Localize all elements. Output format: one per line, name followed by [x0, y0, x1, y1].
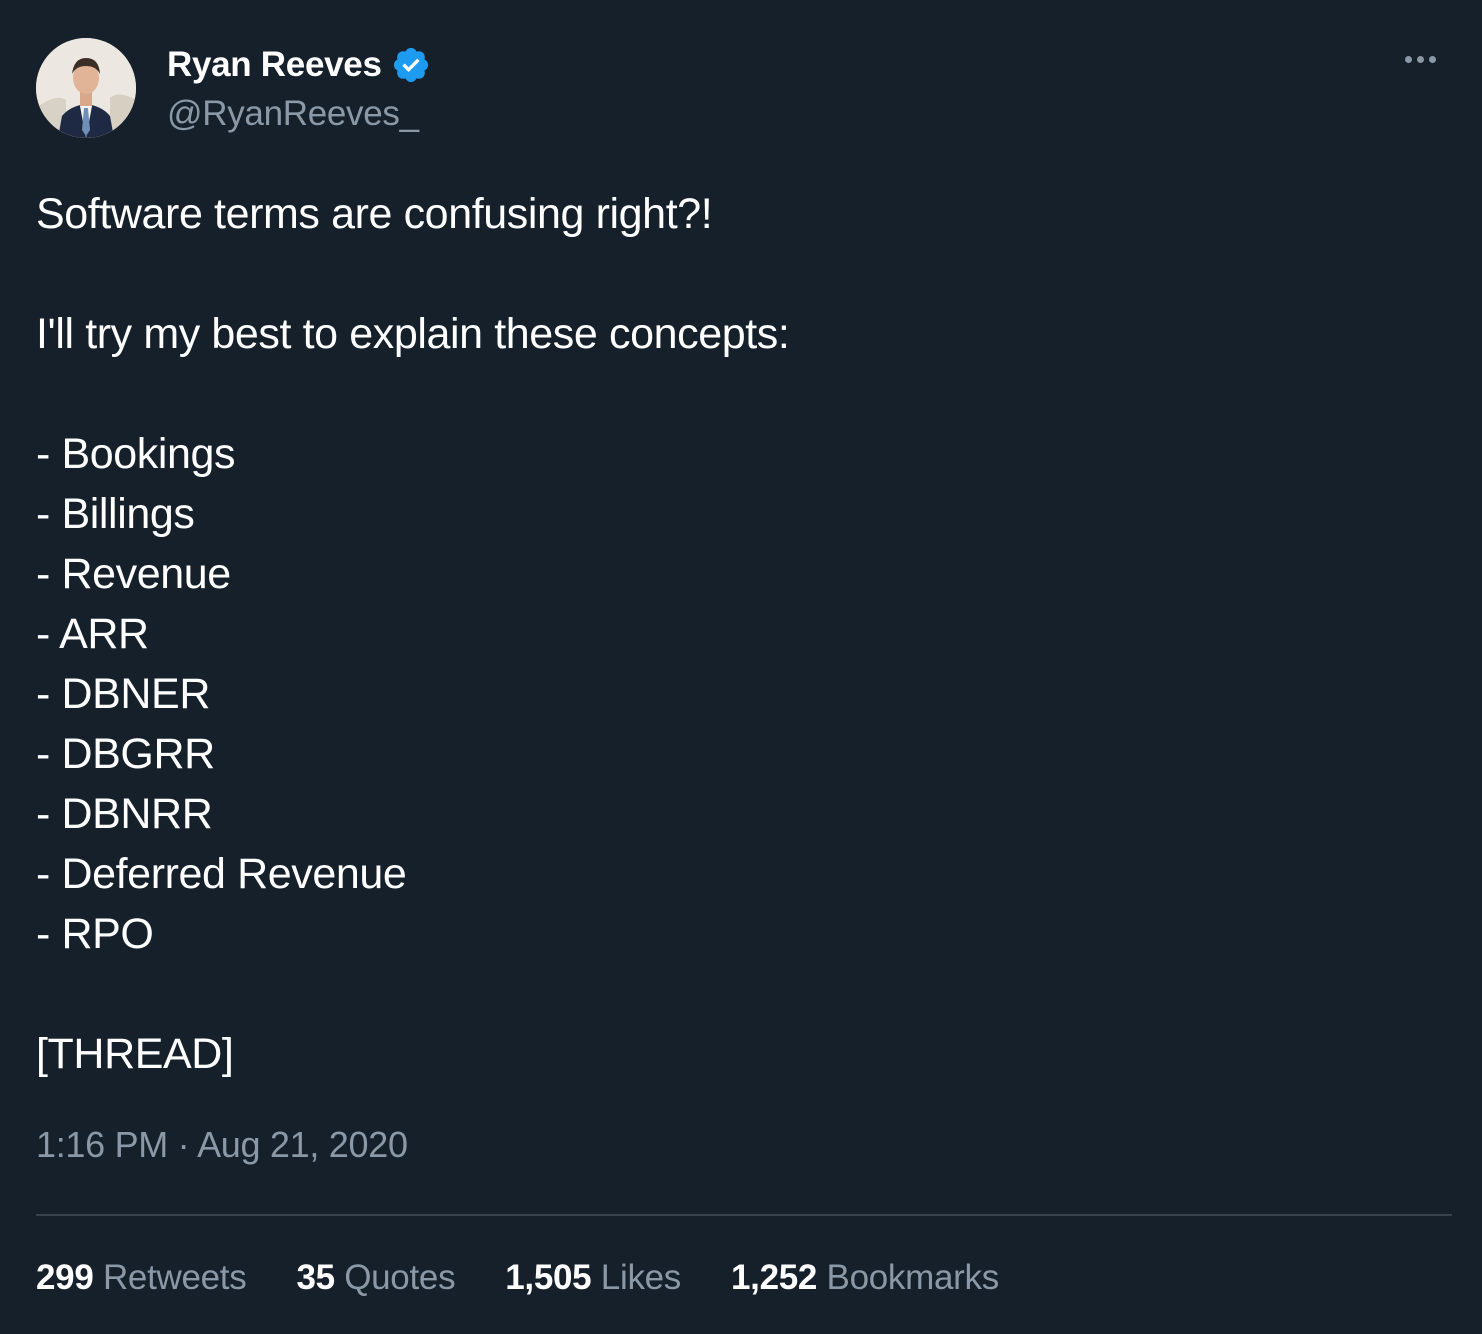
bookmarks-stat[interactable]: 1,252 Bookmarks	[731, 1258, 999, 1298]
tweet-line: - ARR	[36, 610, 149, 658]
more-options-icon[interactable]	[1405, 56, 1436, 63]
tweet-timestamp[interactable]: 1:16 PM · Aug 21, 2020	[36, 1124, 408, 1166]
tweet-line: - RPO	[36, 910, 154, 958]
tweet-line: - DBNRR	[36, 790, 213, 838]
dot	[1429, 56, 1436, 63]
name-row: Ryan Reeves	[167, 44, 431, 86]
verified-badge-icon[interactable]	[391, 45, 431, 85]
tweet-line: - Deferred Revenue	[36, 850, 407, 898]
engagement-stats: 299 Retweets 35 Quotes 1,505 Likes 1,252…	[36, 1258, 1049, 1298]
retweets-label: Retweets	[102, 1258, 247, 1297]
tweet-line: - Revenue	[36, 550, 231, 598]
tweet-line: Software terms are confusing right?!	[36, 190, 713, 238]
quotes-label: Quotes	[344, 1258, 456, 1297]
tweet-line: I'll try my best to explain these concep…	[36, 310, 790, 358]
user-handle[interactable]: @RyanReeves_	[167, 94, 431, 134]
tweet-line: - DBGRR	[36, 730, 215, 778]
tweet-line: - Billings	[36, 490, 195, 538]
display-name[interactable]: Ryan Reeves	[167, 45, 382, 85]
retweets-count: 299	[36, 1258, 94, 1297]
likes-count: 1,505	[505, 1258, 592, 1297]
retweets-stat[interactable]: 299 Retweets	[36, 1258, 247, 1298]
likes-label: Likes	[600, 1258, 682, 1297]
tweet-card: Ryan Reeves @RyanReeves_ Software terms …	[0, 0, 1482, 1334]
quotes-stat[interactable]: 35 Quotes	[296, 1258, 455, 1298]
dot	[1405, 56, 1412, 63]
tweet-line: [THREAD]	[36, 1030, 234, 1078]
author-info: Ryan Reeves @RyanReeves_	[167, 44, 431, 134]
bookmarks-count: 1,252	[731, 1258, 818, 1297]
avatar[interactable]	[36, 38, 136, 138]
profile-photo	[36, 38, 136, 138]
likes-stat[interactable]: 1,505 Likes	[505, 1258, 681, 1298]
tweet-line: - DBNER	[36, 670, 210, 718]
tweet-line: - Bookings	[36, 430, 236, 478]
dot	[1417, 56, 1424, 63]
quotes-count: 35	[296, 1258, 335, 1297]
tweet-text: Software terms are confusing right?! I'l…	[36, 184, 1436, 1084]
divider	[36, 1214, 1452, 1216]
bookmarks-label: Bookmarks	[826, 1258, 1000, 1297]
